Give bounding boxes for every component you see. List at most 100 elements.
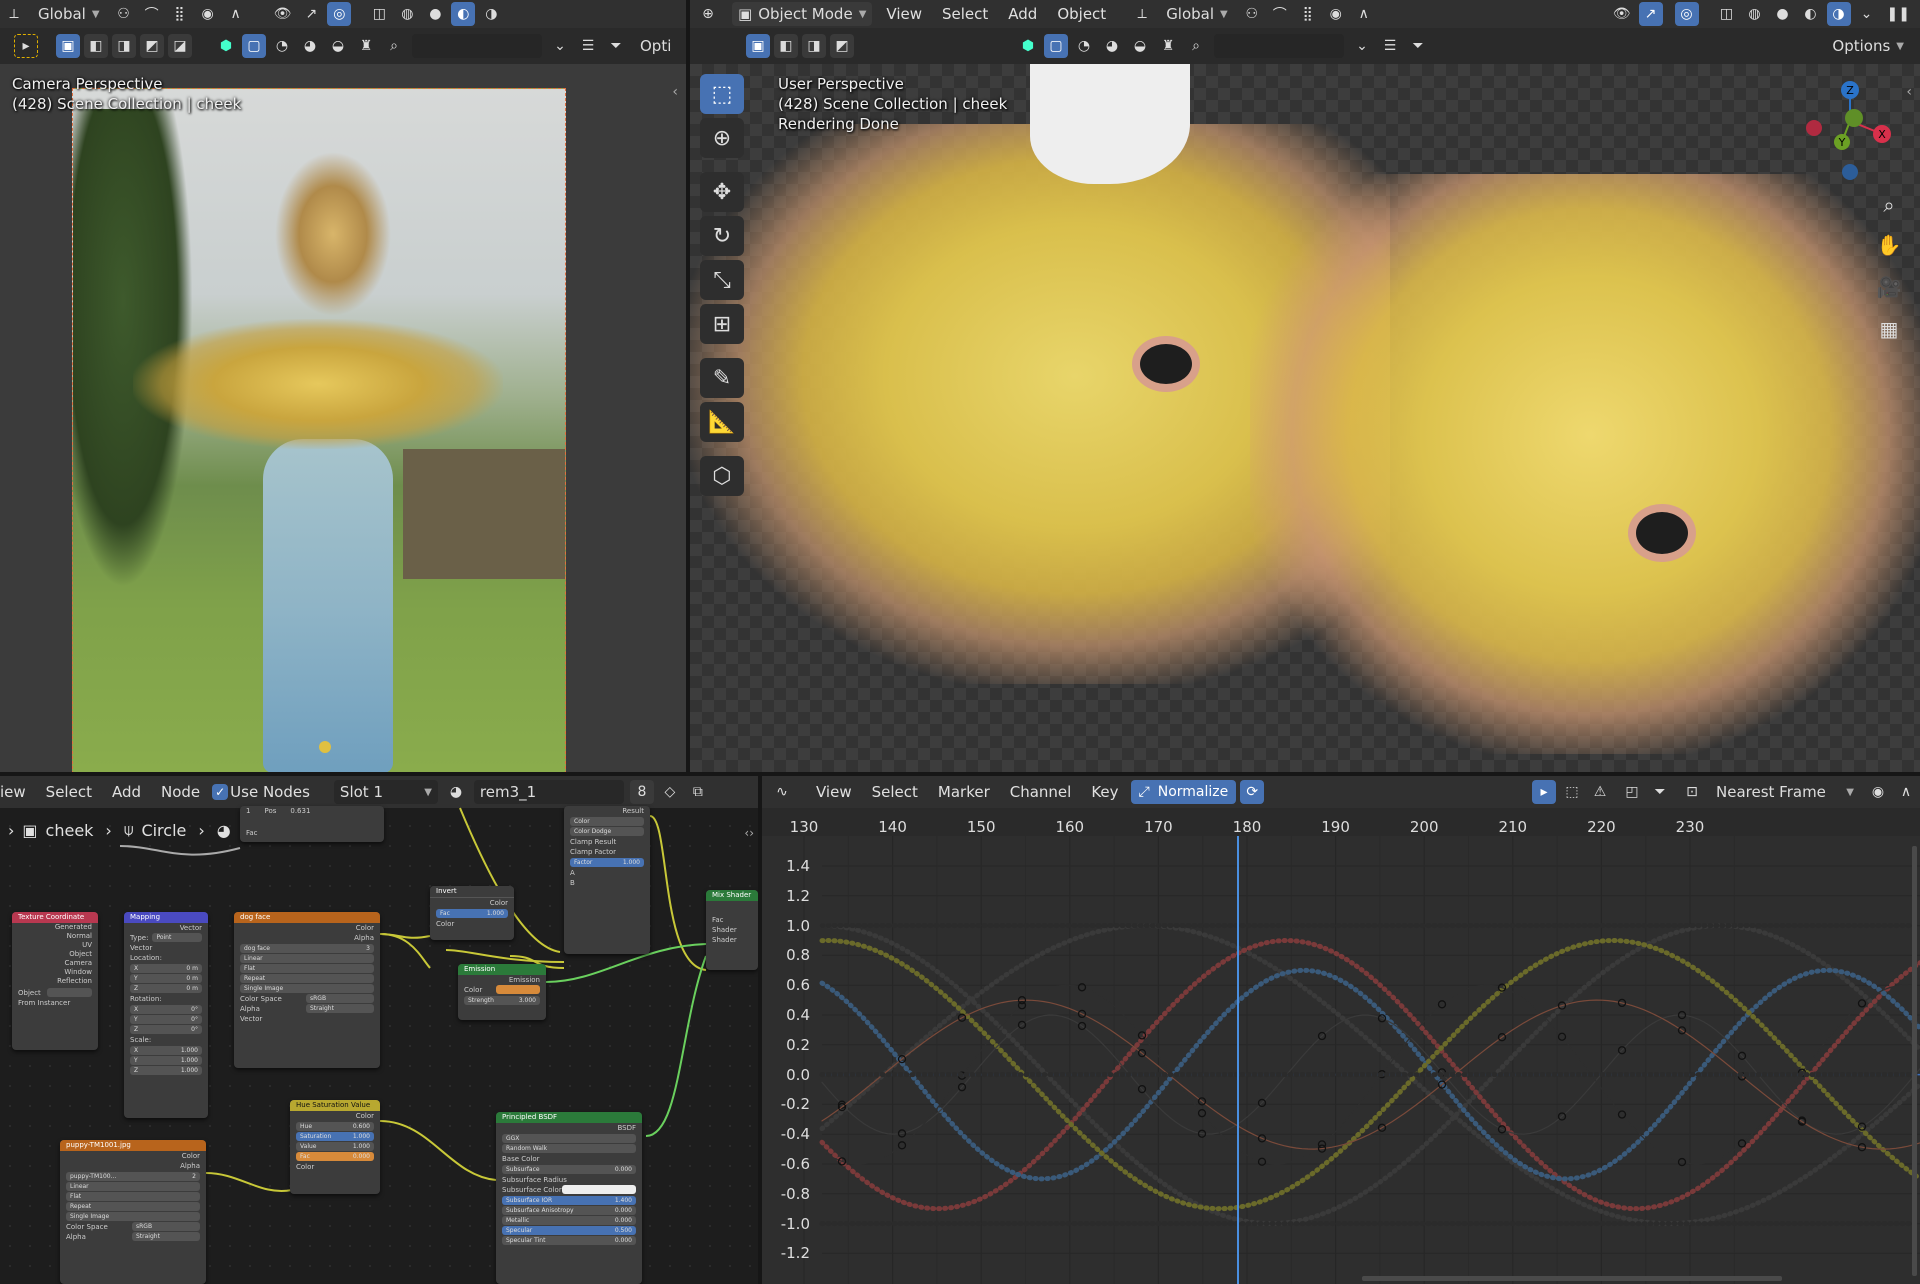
menu-select[interactable]: Select [932,5,998,23]
camera-view-icon[interactable]: 🎥 [1874,272,1904,302]
move-tool[interactable]: ✥ [700,172,744,212]
shading-material-icon[interactable]: ◐ [1799,2,1823,26]
principled-bsdf-node[interactable]: Principled BSDF BSDF GGX Random Walk Bas… [496,1112,642,1284]
select-mode-invert-icon[interactable]: ◩ [830,34,854,58]
saturation-field[interactable]: Saturation 1.000 [296,1132,374,1141]
select-box-tool[interactable]: ⬚ [700,74,744,114]
image-texture-puppy-node[interactable]: puppy-TM1001.jpg Color Alpha puppy-TM100… [60,1140,206,1284]
visibility-icon[interactable]: 👁 [270,2,296,26]
menu-object[interactable]: Object [1047,5,1116,23]
mesh-filter-icon[interactable]: ▢ [1044,34,1068,58]
snapping-dropdown[interactable]: Nearest Frame ▼ [1710,780,1860,804]
overlay-icon[interactable]: ◎ [327,2,352,26]
bsdf-sss-method-dropdown[interactable]: Random Walk [502,1144,636,1153]
camera-viewport[interactable]: ⟂ Global ▼ ⚇ ⌒ ⣿ ◉ ∧ 👁 ↗ ◎ ◫ ◍ ● ◐ ◑ ▸ ▣ … [0,0,686,772]
color-ramp-node[interactable]: 1 Pos 0.631 Fac [240,806,384,842]
shading-material-icon[interactable]: ◐ [451,2,476,26]
factor-field[interactable]: Factor 1.000 [570,858,644,867]
filter-icon[interactable]: ⏷ [1648,780,1672,804]
menu-key[interactable]: Key [1081,783,1128,801]
shading-solid-icon[interactable]: ● [1771,2,1795,26]
snap-icon[interactable]: ⌒ [140,2,164,26]
texture-coordinate-node[interactable]: Texture Coordinate Generated Normal UV Obje… [12,912,98,1050]
emission-strength-field[interactable]: Strength 3.000 [464,996,540,1005]
image-texture-dogface-node[interactable]: dog face Color Alpha dog face 3 Linear Fla… [234,912,380,1068]
fcurve-plot[interactable] [762,836,1920,1284]
scale-tool[interactable]: ⤡ [700,260,744,300]
bsdf-subsurface-field[interactable]: Subsurface 0.000 [502,1165,636,1174]
mapping-node[interactable]: Mapping Vector Type: Point Vector Locatio… [124,912,208,1118]
bsdf-metallic-field[interactable]: Metallic 0.000 [502,1216,636,1225]
dogface-colorspace-dropdown[interactable]: sRGB [306,994,374,1003]
editor-type-icon[interactable]: ⊕ [696,2,720,26]
pivot-icon[interactable]: ⚇ [112,2,136,26]
transform-orientation-icon[interactable]: ⟂ [2,2,26,26]
mesh-filter-icon[interactable]: ▢ [242,34,266,58]
pause-icon[interactable]: ❚❚ [1883,2,1914,26]
camera-filter-icon[interactable]: ◕ [298,34,322,58]
gizmo-icon[interactable]: ↗ [1638,2,1663,26]
puppy-colorspace-dropdown[interactable]: sRGB [132,1222,200,1231]
bsdf-sss-ior-field[interactable]: Subsurface IOR 1.400 [502,1196,636,1205]
puppy-option-dropdown[interactable]: Single Image [66,1212,200,1221]
mapping-scl-field[interactable]: Y 1.000 [130,1056,202,1065]
dogface-option-dropdown[interactable]: Single Image [240,984,374,993]
editor-type-icon[interactable]: ∿ [770,780,794,804]
sidebar-toggle-icon[interactable]: ‹› [744,826,754,840]
add-cube-tool[interactable]: ⬡ [700,456,744,496]
axis-value[interactable]: 0° [191,1025,198,1034]
puppy-option-dropdown[interactable]: Flat [66,1192,200,1201]
ortho-grid-icon[interactable]: ▦ [1874,314,1904,344]
bsdf-sss-aniso-field[interactable]: Subsurface Anisotropy 0.000 [502,1206,636,1215]
select-mode-subtract-icon[interactable]: ◨ [112,34,136,58]
ramp-pos-value[interactable]: 0.631 [290,806,310,816]
select-mode-intersect-icon[interactable]: ◪ [168,34,192,58]
mapping-loc-field[interactable]: X 0 m [130,964,202,973]
search-icon[interactable]: ⌕ [1184,34,1208,58]
gizmo-icon[interactable]: ↗ [299,2,323,26]
emission-color-swatch[interactable] [496,985,540,994]
dogface-option-dropdown[interactable]: Flat [240,964,374,973]
mapping-loc-field[interactable]: Y 0 m [130,974,202,983]
visibility-icon[interactable]: 👁 [1609,2,1635,26]
sort-icon[interactable]: ☰ [576,34,600,58]
menu-add[interactable]: Add [998,5,1047,23]
blend-type-b[interactable]: Color Dodge [570,827,644,836]
measure-tool[interactable]: 📐 [700,402,744,442]
armature-filter-icon[interactable]: ♜ [1156,34,1180,58]
axis-value[interactable]: 1.000 [181,1046,198,1055]
hue-field[interactable]: Hue 0.600 [296,1122,374,1131]
select-tool-icon[interactable]: ▸ [14,34,38,58]
create-ghost-icon[interactable]: ◰ [1620,780,1644,804]
proportional-icon[interactable]: ◉ [1324,2,1348,26]
puppy-option-dropdown[interactable]: Linear [66,1182,200,1191]
sidebar-toggle-icon[interactable]: ‹ [672,84,678,100]
object-type-filter-icon[interactable]: ⬢ [214,34,238,58]
mapping-scl-field[interactable]: Z 1.000 [130,1066,202,1075]
pivot-icon[interactable]: ⚇ [1240,2,1264,26]
graph-area[interactable]: 1.4 1.2 1.0 0.8 0.6 0.4 0.2 0.0 -0.2 -0.4 -0.6 -0.8… [762,836,1920,1284]
sort-icon[interactable]: ☰ [1378,34,1402,58]
menu-view[interactable]: View [876,5,932,23]
select-mode-subtract-icon[interactable]: ◨ [802,34,826,58]
normalize-toggle[interactable]: ⤢ Normalize [1130,780,1237,804]
menu-view[interactable]: View [806,783,862,801]
object-type-filter-icon[interactable]: ⬢ [1016,34,1040,58]
proportional-icon[interactable]: ◉ [196,2,220,26]
show-hidden-icon[interactable]: ⬚ [1560,780,1584,804]
dogface-alpha-dropdown[interactable]: Straight [306,1004,374,1013]
transform-orientation-dropdown[interactable]: Global ▼ [32,2,106,26]
xray-icon[interactable]: ◫ [1715,2,1739,26]
snap-grid-icon[interactable]: ⣿ [1296,2,1320,26]
collapse-icon[interactable]: ⌄ [548,34,572,58]
clamp-factor-checkbox[interactable]: Clamp Factor [564,847,650,857]
pan-hand-icon[interactable]: ✋ [1874,230,1904,260]
mapping-rot-field[interactable]: X 0° [130,1005,202,1014]
snap-grid-icon[interactable]: ⣿ [168,2,192,26]
select-mode-new-icon[interactable]: ▣ [746,34,770,58]
transform-orientation-icon[interactable]: ⟂ [1130,2,1154,26]
dogface-image-field[interactable]: dog face 3 [240,944,374,953]
mix-shader-node[interactable]: Mix Shader Fac Shader Shader [706,890,758,970]
mapping-scl-field[interactable]: X 1.000 [130,1046,202,1055]
falloff-icon[interactable]: ∧ [1352,2,1376,26]
